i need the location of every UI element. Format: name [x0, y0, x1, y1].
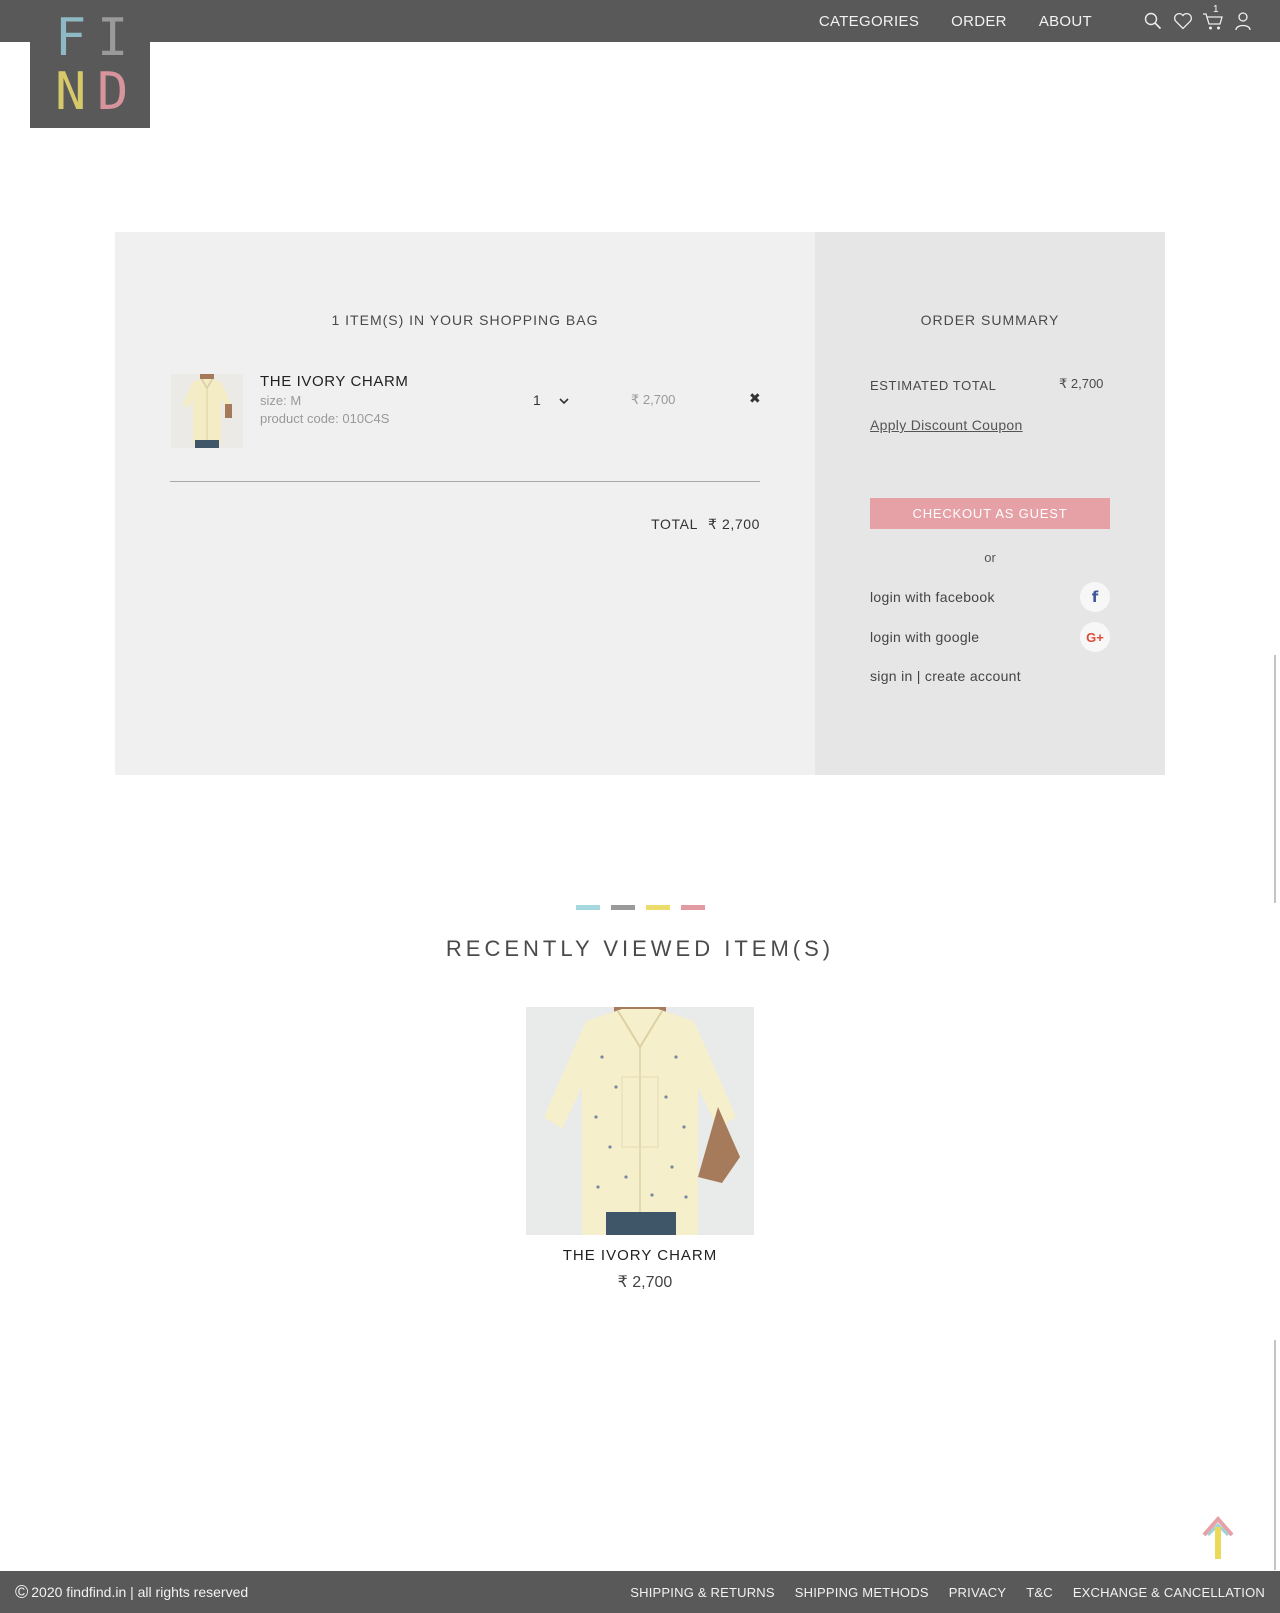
dash-pink: [681, 905, 705, 910]
estimated-total-label: ESTIMATED TOTAL: [870, 378, 997, 393]
divider: [170, 481, 760, 482]
back-to-top-icon[interactable]: [1200, 1513, 1236, 1561]
footer: © 2020 findfind.in | all rights reserved…: [0, 1571, 1280, 1613]
scrollbar-thumb[interactable]: [1274, 655, 1276, 903]
login-facebook-button[interactable]: login with facebook f: [870, 582, 1110, 612]
nav-order[interactable]: ORDER: [951, 13, 1007, 30]
footer-link-terms[interactable]: T&C: [1026, 1585, 1053, 1600]
footer-links: SHIPPING & RETURNS SHIPPING METHODS PRIV…: [610, 1571, 1265, 1613]
copyright-icon: ©: [15, 1581, 29, 1602]
bag-item-price: ₹ 2,700: [631, 392, 676, 407]
scrollbar-thumb-lower[interactable]: [1274, 1340, 1276, 1570]
search-icon[interactable]: [1142, 10, 1164, 32]
logo-letter-i: I: [97, 8, 129, 68]
logo-letter-n: N: [55, 62, 87, 122]
dash-grey: [611, 905, 635, 910]
nav-about[interactable]: ABOUT: [1039, 13, 1092, 30]
copyright-text: 2020 findfind.in | all rights reserved: [31, 1584, 249, 1600]
copyright: © 2020 findfind.in | all rights reserved: [15, 1571, 248, 1613]
signin-separator: |: [916, 668, 921, 684]
login-google-button[interactable]: login with google G+: [870, 622, 1110, 652]
footer-link-exchange[interactable]: EXCHANGE & CANCELLATION: [1073, 1585, 1265, 1600]
or-separator: or: [984, 550, 996, 565]
signin-row: sign in | create account: [870, 668, 1021, 684]
create-account-link[interactable]: create account: [925, 668, 1021, 684]
order-summary-panel: ORDER SUMMARY ESTIMATED TOTAL ₹ 2,700 Ap…: [815, 232, 1165, 775]
user-icon[interactable]: [1232, 10, 1254, 32]
logo-letter-f: F: [55, 8, 87, 68]
remove-item-icon[interactable]: ✖: [749, 390, 761, 407]
bag-item-code: product code: 010C4S: [260, 411, 390, 426]
find-logo[interactable]: F I N D: [30, 0, 150, 128]
google-plus-icon: G+: [1080, 622, 1110, 652]
heart-icon[interactable]: [1172, 10, 1194, 32]
footer-link-shipping-returns[interactable]: SHIPPING & RETURNS: [630, 1585, 774, 1600]
cart-count-badge: 1: [1213, 4, 1219, 15]
recent-item-image[interactable]: [526, 1007, 754, 1235]
bag-item-name[interactable]: THE IVORY CHARM: [260, 373, 408, 390]
recent-item-price: ₹ 2,700: [617, 1274, 673, 1291]
nav-icons: 1: [1142, 0, 1262, 42]
bag-item-thumbnail[interactable]: [171, 374, 243, 448]
bag-item-size: size: M: [260, 393, 302, 408]
facebook-icon: f: [1080, 582, 1110, 612]
sign-in-link[interactable]: sign in: [870, 668, 913, 684]
recent-item-name[interactable]: THE IVORY CHARM: [0, 1247, 1280, 1264]
decorative-dashes: [576, 905, 716, 910]
logo-letter-d: D: [97, 62, 129, 122]
bag-total: TOTAL ₹ 2,700: [115, 516, 760, 533]
chevron-down-icon: [559, 392, 569, 408]
nav-categories[interactable]: CATEGORIES: [819, 13, 919, 30]
nav-links: CATEGORIES ORDER ABOUT: [787, 0, 1092, 42]
shopping-bag-panel: 1 ITEM(S) IN YOUR SHOPPING BAG THE IVORY…: [115, 232, 815, 775]
footer-link-privacy[interactable]: PRIVACY: [949, 1585, 1007, 1600]
recently-viewed-title: RECENTLY VIEWED ITEM(S): [445, 936, 835, 961]
apply-coupon-link[interactable]: Apply Discount Coupon: [870, 417, 1023, 433]
login-google-label: login with google: [870, 629, 980, 645]
quantity-value: 1: [533, 392, 541, 408]
top-nav-bar: CATEGORIES ORDER ABOUT 1: [0, 0, 1280, 42]
bag-title: 1 ITEM(S) IN YOUR SHOPPING BAG: [331, 312, 599, 328]
total-value: ₹ 2,700: [707, 516, 760, 532]
cart-icon[interactable]: 1: [1202, 4, 1224, 32]
login-facebook-label: login with facebook: [870, 589, 995, 605]
dash-blue: [576, 905, 600, 910]
checkout-guest-button[interactable]: CHECKOUT AS GUEST: [870, 498, 1110, 529]
dash-yellow: [646, 905, 670, 910]
summary-title: ORDER SUMMARY: [920, 312, 1060, 328]
quantity-select[interactable]: 1: [533, 392, 569, 408]
total-label: TOTAL: [651, 516, 698, 532]
footer-link-shipping-methods[interactable]: SHIPPING METHODS: [795, 1585, 929, 1600]
estimated-total-value: ₹ 2,700: [1059, 376, 1104, 391]
